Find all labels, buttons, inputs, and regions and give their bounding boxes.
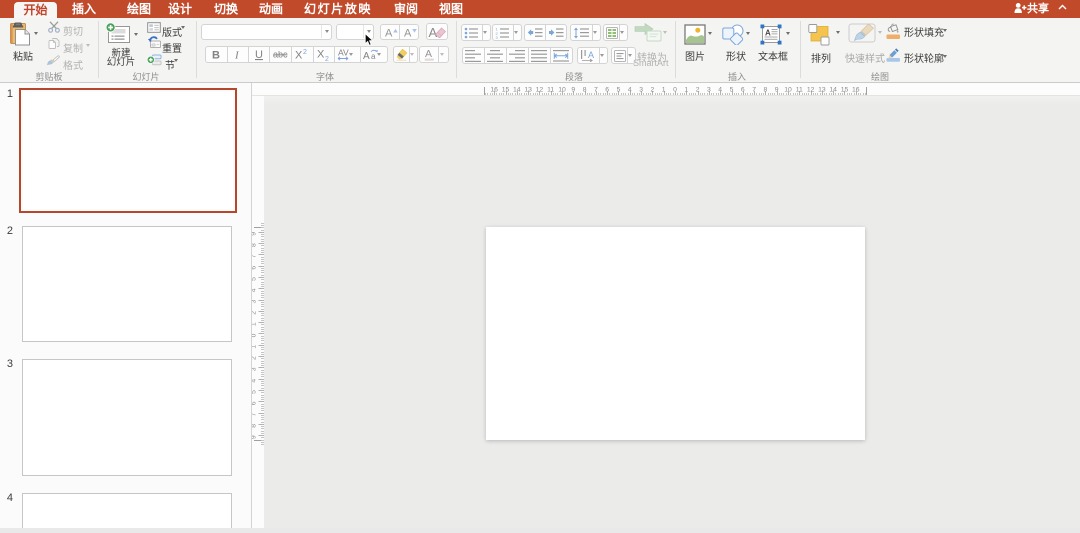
svg-text:5: 5 [730, 87, 734, 94]
svg-text:15: 15 [841, 87, 849, 94]
svg-text:7: 7 [594, 87, 598, 94]
svg-text:0: 0 [673, 87, 677, 94]
svg-text:3: 3 [252, 299, 257, 303]
svg-text:15: 15 [502, 87, 510, 94]
svg-text:4: 4 [718, 87, 722, 94]
svg-text:4: 4 [628, 87, 632, 94]
svg-text:6: 6 [741, 87, 745, 94]
svg-text:16: 16 [852, 87, 860, 94]
svg-text:6: 6 [252, 401, 257, 405]
svg-text:4: 4 [252, 288, 257, 292]
svg-text:1: 1 [684, 87, 688, 94]
svg-text:2: 2 [651, 87, 655, 94]
svg-text:A: A [429, 25, 438, 38]
svg-text:abc: abc [273, 50, 288, 60]
svg-text:1: 1 [252, 322, 257, 326]
svg-text:A: A [765, 29, 771, 38]
svg-text:6: 6 [252, 266, 257, 270]
svg-text:AV: AV [338, 48, 349, 58]
svg-text:5: 5 [252, 390, 257, 394]
svg-text:9: 9 [252, 232, 257, 236]
svg-text:4: 4 [252, 379, 257, 383]
svg-text:A: A [404, 28, 412, 39]
svg-text:12: 12 [807, 87, 815, 94]
svg-text:9: 9 [571, 87, 575, 94]
svg-text:8: 8 [764, 87, 768, 94]
svg-text:16: 16 [490, 87, 498, 94]
svg-text:A: A [425, 48, 432, 60]
svg-text:3: 3 [639, 87, 643, 94]
svg-text:13: 13 [524, 87, 532, 94]
svg-text:12: 12 [536, 87, 544, 94]
svg-text:8: 8 [583, 87, 587, 94]
svg-text:1: 1 [662, 87, 666, 94]
svg-text:7: 7 [252, 412, 257, 416]
svg-text:9: 9 [252, 435, 257, 439]
svg-text:3: 3 [252, 367, 257, 371]
svg-text:9: 9 [775, 87, 779, 94]
svg-text:8: 8 [252, 243, 257, 247]
svg-text:U: U [255, 49, 263, 61]
svg-text:2: 2 [252, 356, 257, 360]
svg-text:14: 14 [513, 87, 521, 94]
svg-text:10: 10 [784, 87, 792, 94]
svg-text:8: 8 [252, 424, 257, 428]
svg-text:7: 7 [252, 254, 257, 258]
svg-text:2: 2 [325, 56, 329, 63]
svg-text:3: 3 [707, 87, 711, 94]
svg-text:2: 2 [303, 49, 307, 56]
svg-text:I: I [234, 50, 240, 62]
svg-text:X: X [317, 49, 325, 61]
svg-text:3: 3 [496, 35, 499, 39]
svg-text:7: 7 [752, 87, 756, 94]
svg-text:14: 14 [829, 87, 837, 94]
svg-text:X: X [295, 50, 303, 62]
svg-text:11: 11 [547, 87, 554, 94]
svg-text:B: B [212, 50, 220, 62]
svg-text:A: A [385, 28, 393, 39]
svg-text:11: 11 [796, 87, 803, 94]
svg-text:6: 6 [605, 87, 609, 94]
svg-text:5: 5 [617, 87, 621, 94]
svg-text:13: 13 [818, 87, 826, 94]
svg-text:2: 2 [252, 311, 257, 315]
svg-text:1: 1 [252, 345, 257, 349]
svg-text:A: A [363, 51, 370, 62]
svg-text:5: 5 [252, 277, 257, 281]
svg-text:10: 10 [558, 87, 566, 94]
svg-text:a: a [371, 52, 376, 61]
svg-text:0: 0 [252, 333, 257, 337]
svg-text:A: A [588, 50, 594, 60]
svg-text:2: 2 [696, 87, 700, 94]
